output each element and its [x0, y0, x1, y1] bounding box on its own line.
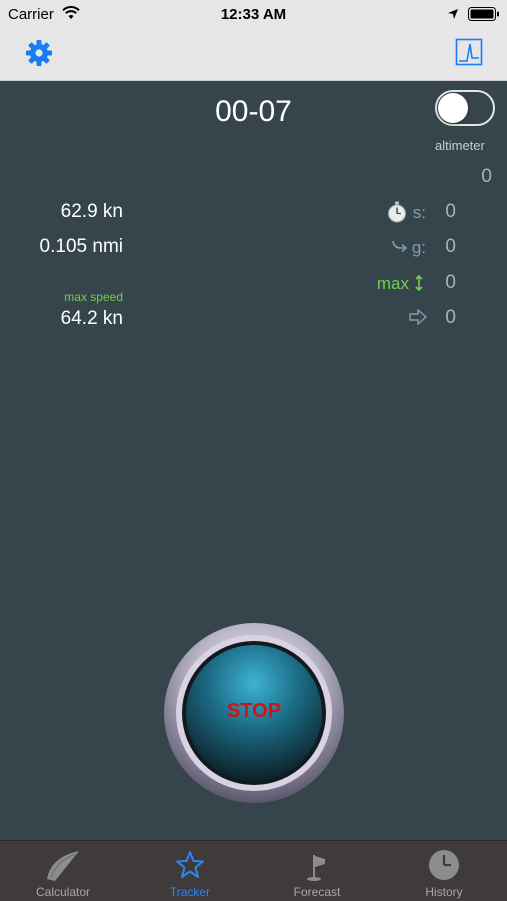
- star-icon: [176, 851, 204, 878]
- settings-gear-icon[interactable]: [25, 39, 53, 67]
- stat-max-label: max: [376, 274, 409, 293]
- tab-label: History: [425, 885, 463, 899]
- battery-icon: [468, 7, 500, 26]
- stat-g-value: 0: [445, 236, 456, 257]
- stat-g-label: g:: [411, 238, 426, 257]
- clock-icon: [429, 850, 459, 880]
- turn-arrow-icon: [392, 240, 408, 259]
- elapsed-timer: 00-07: [215, 95, 292, 128]
- stat-s-value: 0: [445, 201, 456, 222]
- nav-bar: [0, 30, 507, 81]
- altimeter-label: altimeter: [435, 138, 485, 153]
- location-arrow-icon: [447, 7, 459, 25]
- glider-icon: [47, 851, 79, 881]
- altimeter-value: 0: [481, 166, 492, 187]
- chart-icon[interactable]: [455, 38, 483, 66]
- max-speed-label: max speed: [64, 290, 123, 304]
- toggle-knob: [438, 93, 468, 123]
- windsock-icon: [307, 855, 325, 881]
- tab-label: Tracker: [169, 885, 211, 899]
- tab-tracker[interactable]: Tracker: [127, 841, 253, 901]
- status-bar: Carrier 12:33 AM: [0, 0, 507, 30]
- max-speed-value: 64.2 kn: [60, 308, 123, 329]
- tab-label: Forecast: [293, 885, 341, 899]
- tab-bar: Calculator Tracker Forecast History: [0, 840, 507, 901]
- stopwatch-icon: [386, 201, 408, 228]
- clock-time: 12:33 AM: [220, 6, 287, 23]
- stat-max-value: 0: [445, 272, 456, 293]
- tab-calculator[interactable]: Calculator: [0, 841, 126, 901]
- tab-history[interactable]: History: [381, 841, 507, 901]
- stat-s-label: s:: [412, 203, 426, 222]
- current-speed: 62.9 kn: [60, 201, 123, 222]
- right-arrow-icon: [409, 308, 428, 330]
- up-down-arrow-icon: [414, 274, 424, 296]
- stop-button-label[interactable]: STOP: [163, 700, 345, 723]
- tab-label: Calculator: [35, 885, 91, 899]
- distance-value: 0.105 nmi: [39, 236, 123, 257]
- altimeter-toggle[interactable]: [435, 90, 495, 126]
- stat-arrow-value: 0: [445, 307, 456, 328]
- tab-forecast[interactable]: Forecast: [254, 841, 380, 901]
